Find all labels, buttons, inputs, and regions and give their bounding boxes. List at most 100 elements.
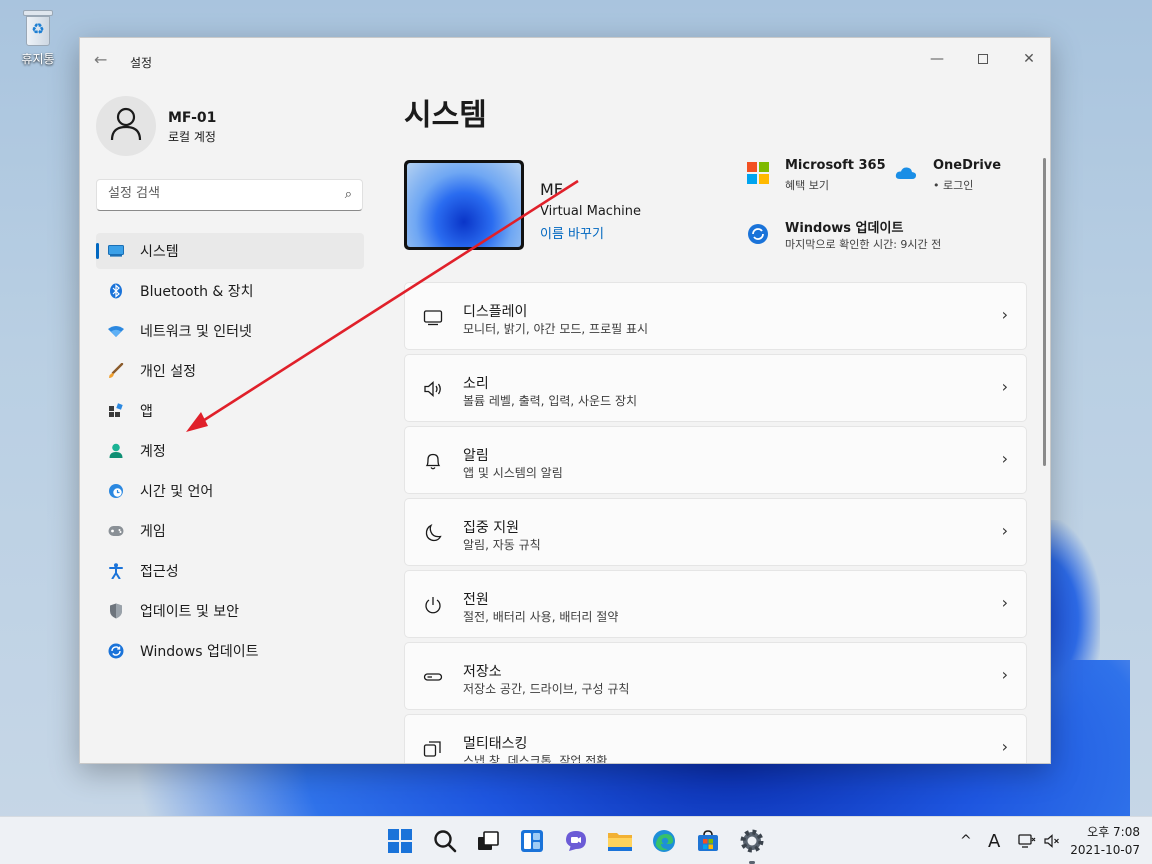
window-title: 설정 (130, 56, 153, 70)
settings-cards: 디스플레이 모니터, 밝기, 야간 모드, 프로필 표시 › 소리 볼륨 레벨,… (404, 282, 1027, 764)
card-sound[interactable]: 소리 볼륨 레벨, 출력, 입력, 사운드 장치 › (404, 354, 1027, 422)
search-icon[interactable] (429, 825, 461, 857)
sidebar-item-label: 업데이트 및 보안 (140, 604, 240, 620)
sidebar-item-gaming[interactable]: 게임 (96, 513, 364, 549)
card-storage[interactable]: 저장소 저장소 공간, 드라이브, 구성 규칙 › (404, 642, 1027, 710)
chevron-right-icon: › (1001, 305, 1008, 324)
onedrive-title: OneDrive (933, 158, 1002, 173)
close-button[interactable]: ✕ (1006, 44, 1050, 74)
windows-update-subtitle: 마지막으로 확인한 시간: 9시간 전 (785, 238, 942, 251)
scrollbar[interactable] (1043, 158, 1046, 466)
card-title: 멀티태스킹 (463, 736, 528, 752)
card-display[interactable]: 디스플레이 모니터, 밝기, 야간 모드, 프로필 표시 › (404, 282, 1027, 350)
avatar (96, 96, 156, 156)
sidebar-item-label: 게임 (140, 524, 166, 540)
task-view-icon[interactable] (472, 825, 504, 857)
search-box[interactable]: ⌕ (96, 179, 363, 211)
windows-update-icon (748, 224, 768, 244)
volume-muted-icon[interactable] (1044, 817, 1060, 864)
onedrive-subtitle: • 로그인 (933, 179, 974, 192)
card-subtitle: 모니터, 밝기, 야간 모드, 프로필 표시 (463, 322, 649, 336)
chevron-right-icon: › (1001, 521, 1008, 540)
title-bar: ← 설정 — ✕ (80, 38, 1050, 84)
sidebar-item-apps[interactable]: 앱 (96, 393, 364, 429)
display-icon (423, 310, 443, 326)
time-language-icon (108, 483, 124, 499)
sidebar-item-label: 계정 (140, 444, 166, 460)
sidebar-item-personalization[interactable]: 개인 설정 (96, 353, 364, 389)
card-notifications[interactable]: 알림 앱 및 시스템의 알림 › (404, 426, 1027, 494)
sidebar-item-network[interactable]: 네트워크 및 인터넷 (96, 313, 364, 349)
edge-icon[interactable] (648, 825, 680, 857)
card-focus-assist[interactable]: 집중 지원 알림, 자동 규칙 › (404, 498, 1027, 566)
card-subtitle: 앱 및 시스템의 알림 (463, 466, 563, 480)
card-power[interactable]: 전원 절전, 배터리 사용, 배터리 절약 › (404, 570, 1027, 638)
back-arrow-icon[interactable]: ← (94, 50, 107, 69)
minimize-button[interactable]: — (914, 44, 960, 74)
ime-indicator[interactable]: A (988, 817, 1000, 864)
maximize-button[interactable] (960, 44, 1006, 74)
card-subtitle: 볼륨 레벨, 출력, 입력, 사운드 장치 (463, 394, 638, 408)
store-icon[interactable] (692, 825, 724, 857)
settings-window: ← 설정 — ✕ MF-01 로컬 계정 ⌕ 시스템 Blu (79, 37, 1051, 764)
card-subtitle: 저장소 공간, 드라이브, 구성 규칙 (463, 682, 630, 696)
windows-update-icon (108, 643, 124, 659)
widgets-icon[interactable] (516, 825, 548, 857)
page-title: 시스템 (404, 98, 487, 133)
device-name: MF (540, 180, 564, 199)
system-icon (108, 243, 124, 259)
microsoft-logo-icon (747, 162, 769, 184)
chevron-right-icon: › (1001, 449, 1008, 468)
system-clock[interactable]: 오후 7:08 2021-10-07 (1066, 823, 1140, 859)
sidebar-item-label: Bluetooth & 장치 (140, 284, 254, 300)
sidebar-item-accounts[interactable]: 계정 (96, 433, 364, 469)
speaker-icon (424, 381, 441, 397)
user-name: MF-01 (168, 110, 217, 126)
taskbar: ^ A 오후 7:08 2021-10-07 (0, 816, 1152, 864)
clock-date: 2021-10-07 (1070, 843, 1140, 857)
recycle-bin-label: 휴지통 (21, 52, 55, 66)
search-input[interactable] (108, 186, 328, 201)
sidebar-item-label: 앱 (140, 404, 153, 420)
sidebar-item-label: 시간 및 언어 (140, 484, 214, 500)
sidebar-item-label: 네트워크 및 인터넷 (140, 324, 252, 340)
search-icon[interactable]: ⌕ (345, 187, 352, 202)
card-title: 저장소 (463, 664, 502, 680)
sidebar-item-update-security[interactable]: 업데이트 및 보안 (96, 593, 364, 629)
sidebar-item-label: 개인 설정 (140, 364, 196, 380)
sidebar-item-windows-update[interactable]: Windows 업데이트 (96, 633, 364, 669)
sidebar-item-label: 시스템 (140, 244, 179, 260)
card-subtitle: 알림, 자동 규칙 (463, 538, 541, 552)
onedrive-cloud-icon (895, 167, 917, 179)
ms365-subtitle: 혜택 보기 (785, 179, 829, 192)
sidebar-item-time-language[interactable]: 시간 및 언어 (96, 473, 364, 509)
chevron-right-icon: › (1001, 665, 1008, 684)
file-explorer-icon[interactable] (604, 825, 636, 857)
device-thumbnail (404, 160, 524, 250)
account-type: 로컬 계정 (168, 130, 216, 144)
apps-icon (108, 403, 124, 419)
recycle-bin[interactable]: ♻ 휴지통 (14, 8, 62, 67)
user-profile[interactable]: MF-01 로컬 계정 (96, 96, 216, 156)
sidebar-item-bluetooth[interactable]: Bluetooth & 장치 (96, 273, 364, 309)
sidebar-item-label: 접근성 (140, 564, 179, 580)
person-icon (110, 107, 142, 141)
card-title: 집중 지원 (463, 520, 519, 536)
card-subtitle: 스냅 창, 데스크톱, 작업 전환 (463, 754, 608, 764)
card-title: 소리 (463, 376, 489, 392)
gaming-icon (108, 523, 124, 539)
clock-time: 오후 7:08 (1087, 825, 1140, 839)
sidebar-item-label: Windows 업데이트 (140, 644, 259, 660)
rename-link[interactable]: 이름 바꾸기 (540, 223, 604, 242)
sidebar-item-accessibility[interactable]: 접근성 (96, 553, 364, 589)
settings-icon[interactable] (736, 825, 768, 864)
card-multitasking[interactable]: 멀티태스킹 스냅 창, 데스크톱, 작업 전환 › (404, 714, 1027, 764)
network-icon[interactable] (1018, 817, 1036, 864)
recycle-bin-icon: ♻ (21, 8, 55, 48)
chat-icon[interactable] (560, 825, 592, 857)
sidebar-item-system[interactable]: 시스템 (96, 233, 364, 269)
start-icon[interactable] (384, 825, 416, 857)
sidebar-nav: 시스템 Bluetooth & 장치 네트워크 및 인터넷 개인 설정 앱 계정… (96, 233, 364, 673)
tray-overflow-chevron[interactable]: ^ (960, 817, 972, 864)
account-icon (108, 443, 124, 459)
